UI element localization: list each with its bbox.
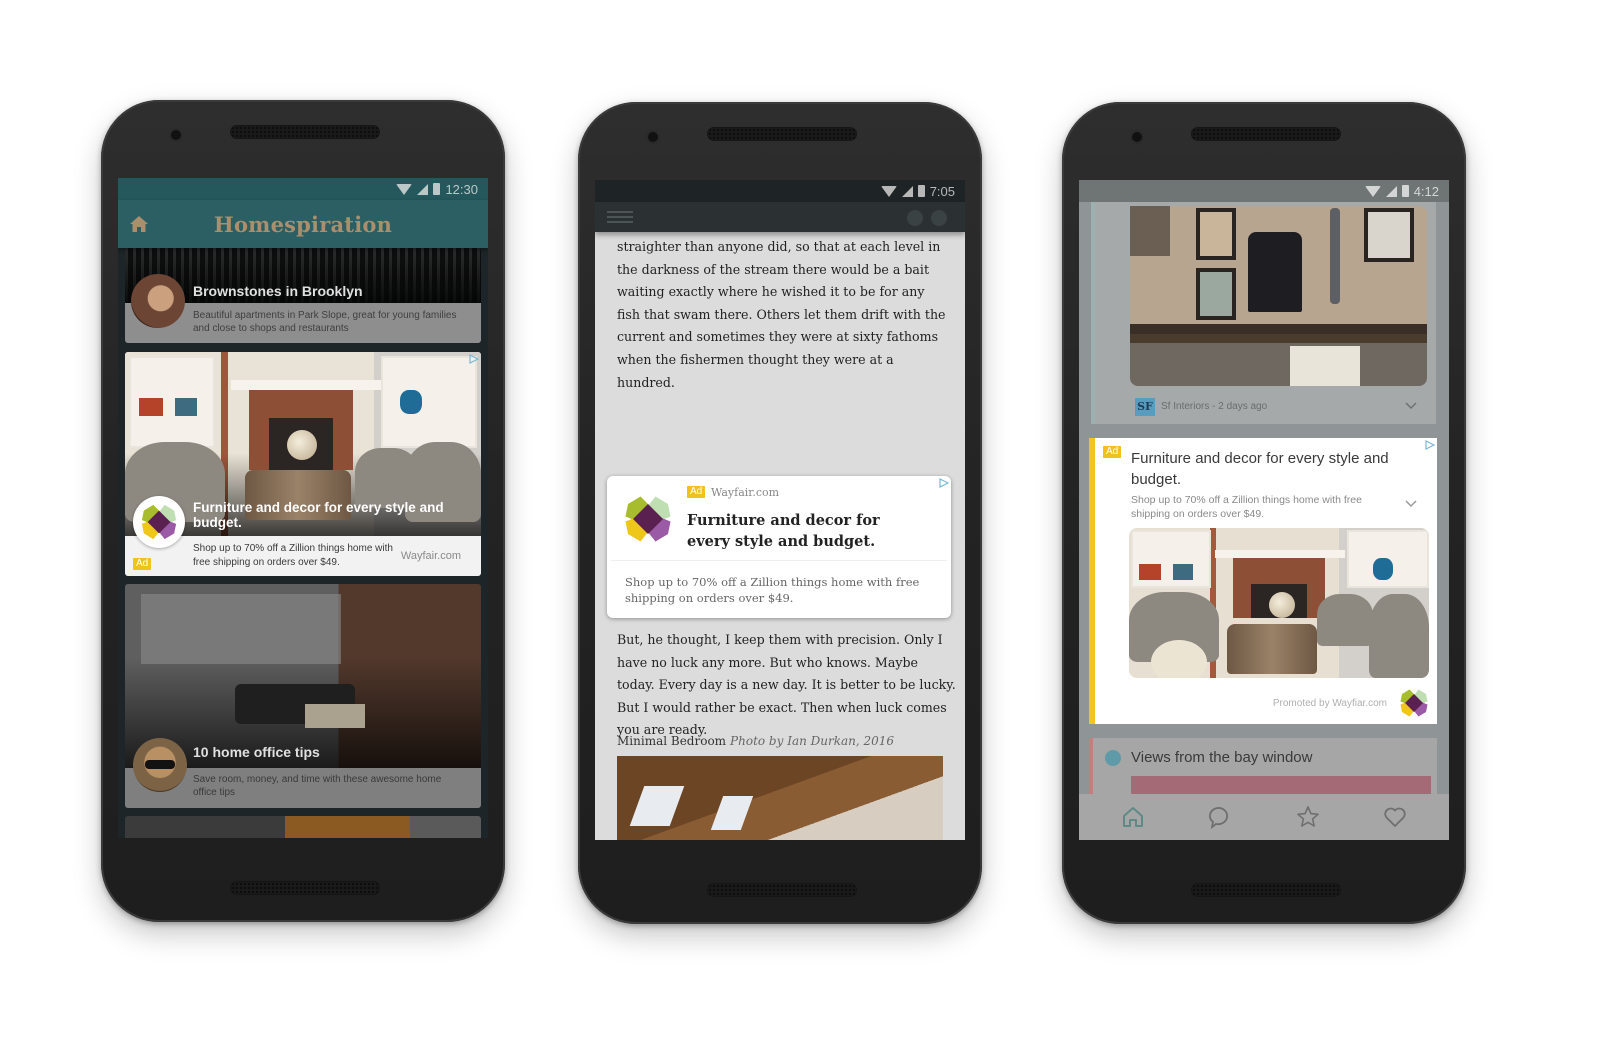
ad-badge: Ad — [133, 558, 152, 570]
signal-icon — [1385, 185, 1397, 197]
wifi-icon — [880, 185, 897, 197]
screen: 12:30 Homespiration Brownstones in Brook… — [118, 178, 488, 838]
ad-source[interactable]: Wayfair.com — [711, 486, 779, 499]
card-meta: Sf Interiors - 2 days ago — [1161, 401, 1268, 412]
ad-description: Shop up to 70% off a Zillion things home… — [1131, 494, 1362, 520]
phone-feed: 4:12 SF Sf Interiors - 2 days ago Ad Fur… — [1062, 102, 1466, 924]
earpiece-speaker — [1192, 128, 1340, 140]
battery-icon — [1401, 185, 1409, 197]
battery-icon — [917, 185, 925, 197]
wayfair-logo — [133, 496, 185, 548]
ad-badge: Ad — [1103, 446, 1122, 458]
screen: 7:05 straighter than anyone did, so that… — [595, 180, 965, 840]
earpiece-speaker — [708, 128, 856, 140]
ad-badge: Ad — [687, 486, 706, 498]
card-title: Brownstones in Brooklyn — [193, 283, 363, 299]
avatar — [133, 738, 187, 792]
ad-title: Furniture and decor for every style and … — [687, 512, 880, 550]
article-paragraph: straighter than anyone did, so that at e… — [617, 239, 946, 390]
star-icon[interactable] — [1296, 805, 1320, 829]
card-image — [125, 584, 481, 768]
ad-card[interactable]: Ad Furniture and decor for every style a… — [1089, 438, 1437, 724]
wifi-icon — [396, 183, 413, 195]
action-icon[interactable] — [907, 210, 923, 226]
heart-icon[interactable] — [1383, 805, 1407, 829]
bottom-navigation — [1079, 794, 1449, 840]
status-bar: 12:30 — [118, 178, 488, 200]
bottom-speaker — [708, 884, 856, 896]
earpiece-speaker — [231, 126, 379, 138]
card-title: 10 home office tips — [193, 744, 320, 760]
article-body: straighter than anyone did, so that at e… — [617, 236, 949, 394]
card-image — [1130, 206, 1427, 386]
home-icon[interactable] — [130, 216, 148, 232]
ad-title: Furniture and decor for every style and … — [1131, 450, 1389, 488]
ad-source[interactable]: Wayfair.com — [401, 550, 461, 562]
front-camera — [171, 130, 181, 140]
article-paragraph: But, he thought, I keep them with precis… — [617, 632, 956, 738]
feed-card[interactable]: SF Sf Interiors - 2 days ago — [1091, 202, 1436, 424]
feed-card[interactable] — [125, 816, 481, 838]
signal-icon — [901, 185, 913, 197]
screen: 4:12 SF Sf Interiors - 2 days ago Ad Fur… — [1079, 180, 1449, 840]
promoted-by: Promoted by Wayfiar.com — [1272, 698, 1387, 709]
phone-homespiration: 12:30 Homespiration Brownstones in Brook… — [101, 100, 505, 922]
photo-caption: Minimal Bedroom Photo by Ian Durkan, 2016 — [617, 734, 894, 748]
avatar — [131, 274, 185, 328]
source-avatar — [1105, 750, 1121, 766]
overflow-icon[interactable] — [931, 210, 947, 226]
menu-icon[interactable] — [607, 208, 633, 226]
bedroom-photo — [617, 756, 943, 840]
ad-title: Furniture and decor for every style and … — [193, 500, 444, 530]
adchoices-icon[interactable] — [469, 354, 479, 364]
photo-title: Minimal Bedroom — [617, 734, 727, 748]
signal-icon — [417, 183, 429, 195]
app-bar: Homespiration — [118, 200, 488, 248]
wayfair-logo-icon — [625, 496, 671, 542]
feed-card[interactable]: Brownstones in Brooklyn Beautiful apartm… — [125, 248, 481, 343]
article-body: But, he thought, I keep them with precis… — [617, 629, 957, 742]
wayfair-logo-icon — [1400, 689, 1428, 717]
front-camera — [1132, 132, 1142, 142]
phone-reader: 7:05 straighter than anyone did, so that… — [578, 102, 982, 924]
bottom-speaker — [1192, 884, 1340, 896]
photo-credit: Photo by Ian Durkan, 2016 — [730, 734, 895, 748]
card-description: Save room, money, and time with these aw… — [193, 774, 442, 798]
divider — [611, 560, 947, 561]
app-bar — [595, 202, 965, 232]
chevron-down-icon[interactable] — [1405, 402, 1417, 410]
adchoices-icon[interactable] — [939, 478, 949, 488]
home-icon[interactable] — [1121, 805, 1145, 829]
chevron-down-icon[interactable] — [1405, 500, 1417, 508]
card-description: Beautiful apartments in Park Slope, grea… — [193, 310, 457, 334]
feed-card[interactable]: 10 home office tips Save room, money, an… — [125, 584, 481, 808]
ad-card[interactable]: Ad Wayfair.com Furniture and decor for e… — [607, 476, 951, 618]
chat-icon[interactable] — [1208, 805, 1232, 829]
bottom-speaker — [231, 882, 379, 894]
card-title: Views from the bay window — [1131, 749, 1313, 766]
ad-description: Shop up to 70% off a Zillion things home… — [625, 575, 920, 605]
status-time: 12:30 — [445, 181, 478, 197]
ad-description: Shop up to 70% off a Zillion things home… — [193, 543, 393, 568]
source-logo: SF — [1135, 398, 1155, 416]
ad-image — [1129, 528, 1429, 678]
wifi-icon — [1364, 185, 1381, 197]
wayfair-logo-icon — [141, 504, 177, 540]
front-camera — [648, 132, 658, 142]
status-bar: 4:12 — [1079, 180, 1449, 202]
ad-card[interactable]: Furniture and decor for every style and … — [125, 352, 481, 576]
adchoices-icon[interactable] — [1425, 440, 1435, 450]
status-time: 4:12 — [1413, 183, 1439, 199]
status-bar: 7:05 — [595, 180, 965, 202]
app-title: Homespiration — [213, 211, 393, 237]
battery-icon — [433, 183, 441, 195]
status-time: 7:05 — [929, 183, 955, 199]
